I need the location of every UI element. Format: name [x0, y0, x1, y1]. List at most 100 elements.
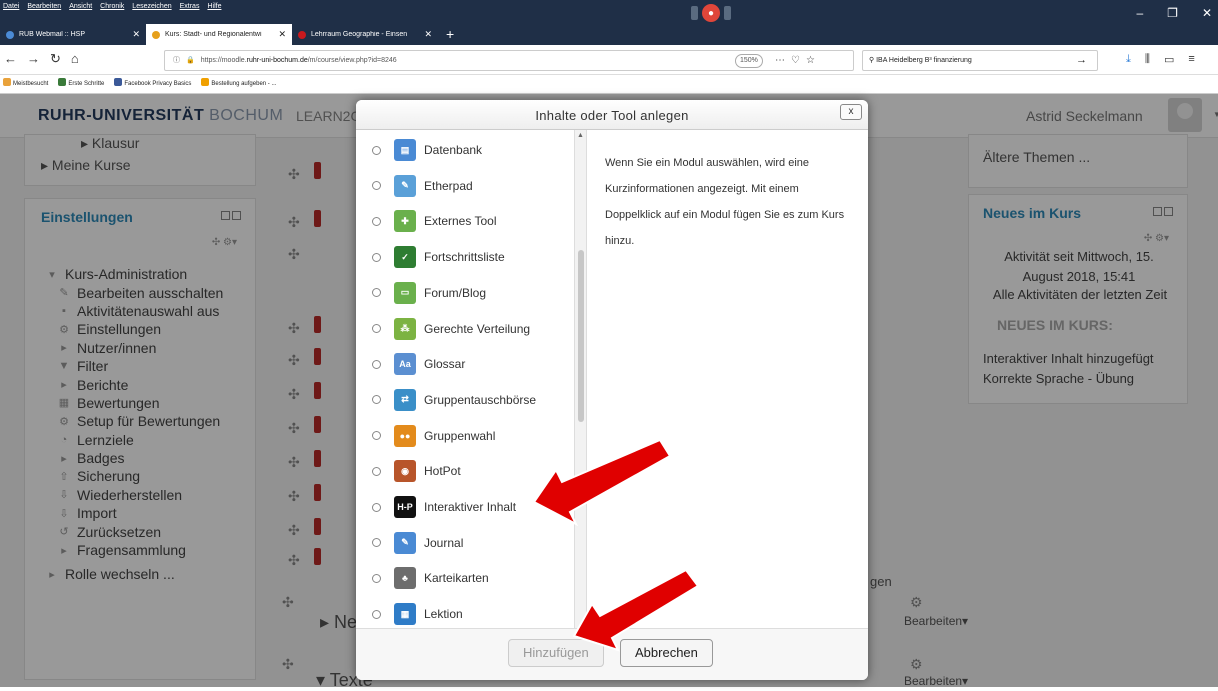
- new-tab-icon[interactable]: +: [438, 24, 462, 45]
- module-radio[interactable]: [372, 609, 381, 619]
- module-name: Etherpad: [424, 178, 473, 193]
- amazon-icon: [201, 78, 210, 86]
- scrollbar[interactable]: ▲: [574, 130, 586, 628]
- tab-webmail[interactable]: RUB Webmail :: HSP ✕: [0, 24, 146, 45]
- module-item[interactable]: ✎ Journal: [356, 525, 574, 561]
- back-icon[interactable]: ←: [4, 51, 17, 67]
- close-window-icon[interactable]: ✕: [1202, 6, 1212, 20]
- module-list: ▤ Datenbank ✎ Etherpad ✚ Externes Tool ✓ Fortsc…: [356, 130, 574, 628]
- close-icon[interactable]: x: [840, 104, 862, 120]
- search-field[interactable]: ⚲ IBA Heidelberg B³ finanzierung →: [862, 50, 1098, 71]
- database-icon: ▤: [394, 139, 416, 161]
- tab-kurs[interactable]: Kurs: Stadt- und Regionalentwi ✕: [146, 24, 292, 45]
- module-item[interactable]: H-P Interaktiver Inhalt: [356, 489, 574, 525]
- bookmarks-bar: Meistbesucht Erste Schritte Facebook Pri…: [0, 75, 1218, 94]
- webmail-favicon-icon: [6, 30, 14, 39]
- reload-icon[interactable]: ↻: [50, 51, 61, 67]
- zoom-badge[interactable]: 150%: [735, 54, 763, 68]
- lehrraum-favicon-icon: [298, 30, 306, 39]
- module-item[interactable]: ✚ Externes Tool: [356, 203, 574, 239]
- module-name: Interaktiver Inhalt: [424, 500, 517, 514]
- module-radio[interactable]: [372, 395, 381, 405]
- module-name: HotPot: [424, 464, 461, 479]
- library-icon[interactable]: ⫼: [1145, 53, 1150, 66]
- page-actions-icon[interactable]: ⋯♡☆: [775, 51, 821, 70]
- menu-extras[interactable]: Extras: [180, 0, 200, 14]
- hotpot-icon: ◉: [394, 460, 416, 483]
- scrollbar-thumb[interactable]: [578, 250, 584, 422]
- module-radio[interactable]: [372, 538, 381, 548]
- tab-lehrraum[interactable]: Lehrraum Geographie - Einsen ✕: [292, 24, 438, 45]
- firefox-icon: [58, 78, 67, 86]
- menu-ansicht[interactable]: Ansicht: [69, 0, 92, 14]
- search-go-icon[interactable]: →: [1076, 51, 1087, 70]
- module-radio[interactable]: [372, 431, 381, 441]
- dialog-footer: Hinzufügen Abbrechen: [356, 628, 868, 680]
- toolbar-icons: ⤓ ⫼ ▭ ≡: [1126, 53, 1195, 66]
- module-item[interactable]: ▦ Lektion: [356, 596, 574, 628]
- lock-icon: 🔒: [186, 57, 195, 64]
- module-item[interactable]: ◉ HotPot: [356, 453, 574, 489]
- minimize-icon[interactable]: –: [1136, 6, 1143, 20]
- module-radio[interactable]: [372, 252, 381, 262]
- menu-bearbeiten[interactable]: Bearbeiten: [27, 0, 61, 14]
- checklist-icon: ✓: [394, 246, 416, 269]
- home-icon[interactable]: ⌂: [71, 51, 79, 67]
- module-item[interactable]: ✎ Etherpad: [356, 168, 574, 204]
- url-prefix: https://moodle.: [200, 57, 247, 64]
- module-radio[interactable]: [372, 181, 381, 191]
- scroll-up-icon[interactable]: ▲: [577, 132, 584, 139]
- tab-strip: RUB Webmail :: HSP ✕ Kurs: Stadt- und Re…: [0, 24, 462, 45]
- exchange-icon: ⇄: [394, 388, 416, 411]
- close-tab-icon[interactable]: ✕: [424, 29, 432, 40]
- module-radio[interactable]: [372, 216, 381, 226]
- sidebar-icon[interactable]: ▭: [1164, 53, 1174, 66]
- module-radio[interactable]: [372, 359, 381, 369]
- close-tab-icon[interactable]: ✕: [132, 29, 140, 40]
- module-item[interactable]: ⇄ Gruppentauschbörse: [356, 382, 574, 418]
- module-radio[interactable]: [372, 502, 381, 512]
- module-radio[interactable]: [372, 324, 381, 333]
- lesson-icon: ▦: [394, 603, 416, 626]
- address-bar[interactable]: ⓘ 🔒 https://moodle.ruhr-uni-bochum.de/m/…: [164, 50, 854, 71]
- module-radio[interactable]: [372, 145, 381, 155]
- menu-lesezeichen[interactable]: Lesezeichen: [132, 0, 171, 14]
- module-radio[interactable]: [372, 466, 381, 476]
- forum-icon: ▭: [394, 281, 416, 304]
- bookmark-erste-schritte[interactable]: Erste Schritte: [58, 75, 104, 93]
- module-item[interactable]: ✓ Fortschrittsliste: [356, 239, 574, 275]
- restore-icon[interactable]: ❐: [1167, 6, 1178, 20]
- info-icon[interactable]: ⓘ: [173, 51, 180, 70]
- download-icon[interactable]: ⤓: [1126, 53, 1131, 66]
- facebook-icon: [114, 78, 123, 86]
- recording-indicator[interactable]: ●: [688, 2, 734, 24]
- module-item[interactable]: ▭ Forum/Blog: [356, 275, 574, 311]
- module-radio[interactable]: [372, 573, 381, 583]
- cancel-button[interactable]: Abbrechen: [620, 639, 713, 667]
- module-name: Lektion: [424, 607, 463, 622]
- gear-icon: [3, 78, 11, 86]
- module-item[interactable]: ♣ Karteikarten: [356, 560, 574, 596]
- bookmark-facebook[interactable]: Facebook Privacy Basics: [114, 75, 191, 93]
- add-button[interactable]: Hinzufügen: [508, 639, 604, 667]
- menu-datei[interactable]: Datei: [3, 0, 19, 14]
- module-radio[interactable]: [372, 288, 381, 298]
- module-item[interactable]: Aa Glossar: [356, 346, 574, 382]
- module-name: Forum/Blog: [424, 285, 487, 300]
- microphone-icon: ●: [702, 4, 720, 22]
- module-item[interactable]: ⁂ Gerechte Verteilung: [356, 311, 574, 347]
- module-item[interactable]: ●● Gruppenwahl: [356, 418, 574, 454]
- camera-icon: [691, 6, 698, 20]
- close-tab-icon[interactable]: ✕: [278, 29, 286, 40]
- forward-icon[interactable]: →: [27, 51, 40, 67]
- bookmark-meistbesucht[interactable]: Meistbesucht: [3, 75, 48, 93]
- menu-chronik[interactable]: Chronik: [100, 0, 124, 14]
- hamburger-menu-icon[interactable]: ≡: [1188, 53, 1194, 66]
- search-value: IBA Heidelberg B³ finanzierung: [876, 57, 972, 64]
- module-item[interactable]: ▤ Datenbank: [356, 132, 574, 168]
- bookmark-amazon[interactable]: Bestellung aufgeben - ...: [201, 75, 276, 93]
- navigation-bar: ← → ↻ ⌂ ⓘ 🔒 https://moodle.ruhr-uni-boch…: [0, 45, 1218, 75]
- menu-hilfe[interactable]: Hilfe: [207, 0, 221, 14]
- glossary-icon: Aa: [394, 353, 416, 376]
- info-pane: Wenn Sie ein Modul auswählen, wird eine …: [586, 130, 868, 628]
